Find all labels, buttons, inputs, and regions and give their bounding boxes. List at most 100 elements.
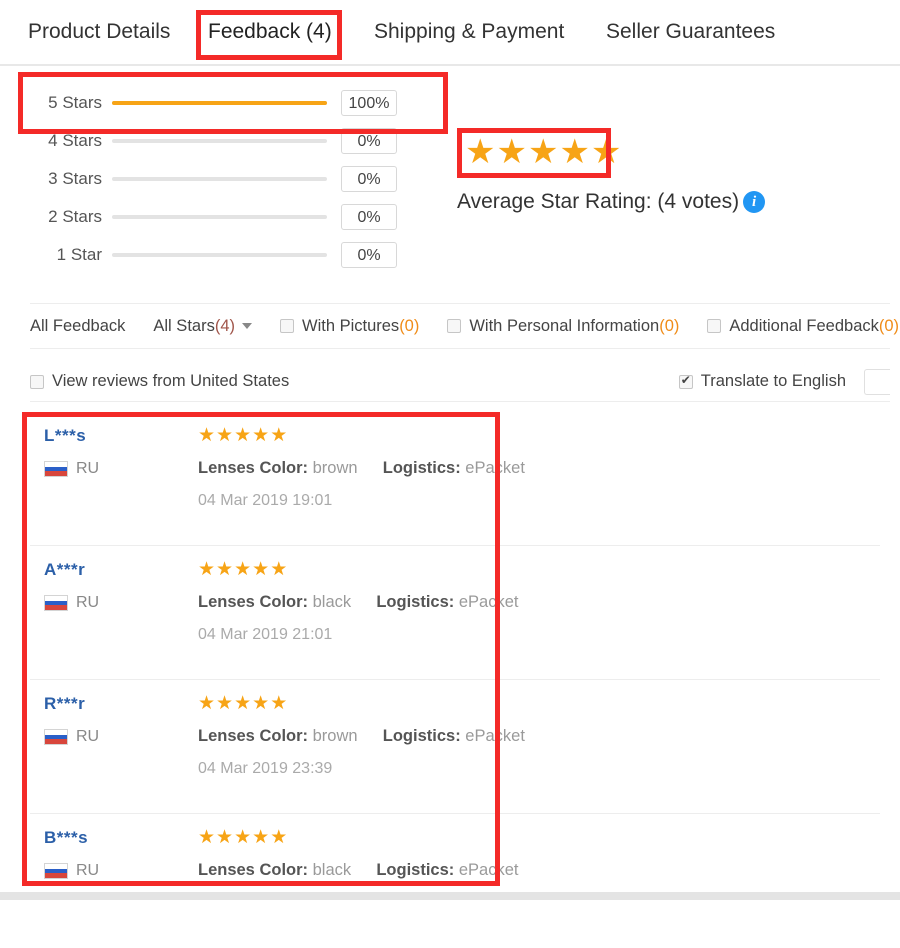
review-attributes: Lenses Color: brown Logistics: ePacket <box>198 727 870 746</box>
additional-feedback-checkbox[interactable] <box>707 319 722 333</box>
star-icon: ★ <box>234 559 253 580</box>
flag-ru-icon <box>44 729 68 745</box>
rating-label-5-stars: 5 Stars <box>48 93 102 112</box>
review-list: L***s RU ★★★★★ Lenses Color: brown Logis… <box>30 412 880 948</box>
review-attr-value: brown <box>312 458 358 477</box>
filter-with-personal-information[interactable]: With Personal Information (0) <box>447 317 679 336</box>
rating-percent-3-stars: 0% <box>341 166 397 192</box>
review-star-rating: ★★★★★ <box>198 827 870 849</box>
star-icon: ★ <box>252 425 271 446</box>
with-personal-information-label: With Personal Information <box>469 316 660 335</box>
review-star-rating: ★★★★★ <box>198 559 870 581</box>
with-personal-information-checkbox[interactable] <box>447 319 462 333</box>
reviewer-country: RU <box>44 594 194 612</box>
star-icon: ★ <box>252 693 271 714</box>
review-attr-key: Logistics: <box>376 592 455 611</box>
average-rating-caption: Average Star Rating: (4 votes) i <box>457 190 857 214</box>
review-row: B***s RU ★★★★★ Lenses Color: black Logis… <box>30 814 880 948</box>
info-icon[interactable]: i <box>743 191 766 213</box>
reviewer-name[interactable]: R***r <box>44 694 194 714</box>
filter-all-feedback[interactable]: All Feedback <box>30 317 125 336</box>
review-attr-value: ePacket <box>458 592 519 611</box>
rating-bar-track-4-stars <box>112 139 327 143</box>
review-attr-value: ePacket <box>465 458 525 477</box>
star-icon: ★ <box>252 827 271 848</box>
rating-bar-track-3-stars <box>112 177 327 181</box>
average-rating-panel: ★ ★ ★ ★ ★ Average Star Rating: (4 votes) i <box>457 128 857 214</box>
feedback-filter-bar: All Feedback All Stars (4) With Pictures… <box>30 303 899 349</box>
reviewer-name[interactable]: A***r <box>44 560 194 580</box>
review-row: R***r RU ★★★★★ Lenses Color: brown Logis… <box>30 680 880 814</box>
tab-seller-guarantees[interactable]: Seller Guarantees <box>606 0 775 64</box>
tab-bar: Product Details Feedback (4) Shipping & … <box>0 0 900 66</box>
review-attr-key: Logistics: <box>376 860 455 879</box>
filter-all-stars-dropdown[interactable]: All Stars (4) <box>153 317 252 336</box>
star-icon: ★ <box>270 693 289 714</box>
filter-additional-feedback[interactable]: Additional Feedback (0) <box>707 317 899 336</box>
filter-with-pictures[interactable]: With Pictures (0) <box>280 317 419 336</box>
rating-row-1-star[interactable]: 1 Star 0% <box>30 236 440 274</box>
chevron-down-icon <box>242 323 252 329</box>
review-attr-value: black <box>312 592 352 611</box>
view-reviews-from-country[interactable]: View reviews from United States <box>30 372 289 391</box>
review-date: 04 Mar 2019 19:01 <box>198 491 333 509</box>
filter-all-feedback-label: All Feedback <box>30 316 126 335</box>
review-star-rating: ★★★★★ <box>198 693 870 715</box>
star-icon: ★ <box>234 827 253 848</box>
reviewer-country-code: RU <box>76 594 100 611</box>
tab-shipping-payment[interactable]: Shipping & Payment <box>374 0 564 64</box>
star-icon: ★ <box>216 425 235 446</box>
star-icon: ★ <box>198 425 217 446</box>
average-rating-text: Average Star Rating: (4 votes) <box>457 190 740 213</box>
reviewer-info: B***s RU <box>44 828 194 880</box>
review-attr-key: Lenses Color: <box>198 860 309 879</box>
translate-to-english[interactable]: Translate to English <box>678 372 846 391</box>
sort-dropdown-partial[interactable] <box>864 368 890 395</box>
review-row: L***s RU ★★★★★ Lenses Color: brown Logis… <box>30 412 880 546</box>
view-reviews-checkbox[interactable] <box>30 374 44 389</box>
flag-ru-icon <box>44 461 68 477</box>
with-personal-information-count: (0) <box>659 316 680 335</box>
star-icon: ★ <box>234 693 253 714</box>
star-icon: ★ <box>270 559 289 580</box>
rating-bar-track-5-stars <box>112 101 327 105</box>
rating-row-5-stars[interactable]: 5 Stars 100% <box>30 84 440 122</box>
rating-row-4-stars[interactable]: 4 Stars 0% <box>30 122 440 160</box>
reviewer-info: L***s RU <box>44 426 194 478</box>
tab-feedback[interactable]: Feedback (4) <box>208 0 332 64</box>
reviewer-country: RU <box>44 728 194 746</box>
reviewer-name[interactable]: L***s <box>44 426 194 446</box>
translate-label: Translate to English <box>700 372 846 390</box>
rating-breakdown-panel: 5 Stars 100% 4 Stars 0% 3 Stars 0% 2 Sta… <box>30 84 440 274</box>
reviewer-country-code: RU <box>76 728 100 745</box>
with-pictures-checkbox[interactable] <box>280 319 294 333</box>
with-pictures-count: (0) <box>399 316 420 335</box>
view-reviews-label: View reviews from United States <box>52 372 290 390</box>
horizontal-scrollbar[interactable] <box>0 892 900 900</box>
reviewer-name[interactable]: B***s <box>44 828 194 848</box>
review-attributes: Lenses Color: black Logistics: ePacket <box>198 593 870 612</box>
star-icon: ★ <box>198 693 217 714</box>
review-attr-value: brown <box>312 726 358 745</box>
review-attr-value: black <box>312 860 352 879</box>
rating-percent-4-stars: 0% <box>341 128 397 154</box>
review-attr-key: Logistics: <box>382 458 461 477</box>
rating-label-4-stars: 4 Stars <box>48 131 102 150</box>
review-attr-value: ePacket <box>458 860 519 879</box>
star-icon: ★ <box>252 559 271 580</box>
rating-row-3-stars[interactable]: 3 Stars 0% <box>30 160 440 198</box>
rating-percent-5-stars: 100% <box>341 90 397 116</box>
rating-bar-fill-5-stars <box>112 101 327 105</box>
rating-percent-1-star: 0% <box>341 242 397 268</box>
reviewer-country-code: RU <box>76 862 100 879</box>
tab-product-details[interactable]: Product Details <box>28 0 170 64</box>
additional-feedback-count: (0) <box>878 316 900 335</box>
additional-feedback-label: Additional Feedback <box>729 316 879 335</box>
filter-all-stars-count: (4) <box>214 316 235 335</box>
star-icon: ★ <box>216 827 235 848</box>
translate-options-row: View reviews from United States Translat… <box>30 362 890 402</box>
review-attr-key: Lenses Color: <box>198 458 309 477</box>
rating-row-2-stars[interactable]: 2 Stars 0% <box>30 198 440 236</box>
translate-checkbox[interactable] <box>678 373 693 389</box>
rating-label-2-stars: 2 Stars <box>48 207 102 226</box>
